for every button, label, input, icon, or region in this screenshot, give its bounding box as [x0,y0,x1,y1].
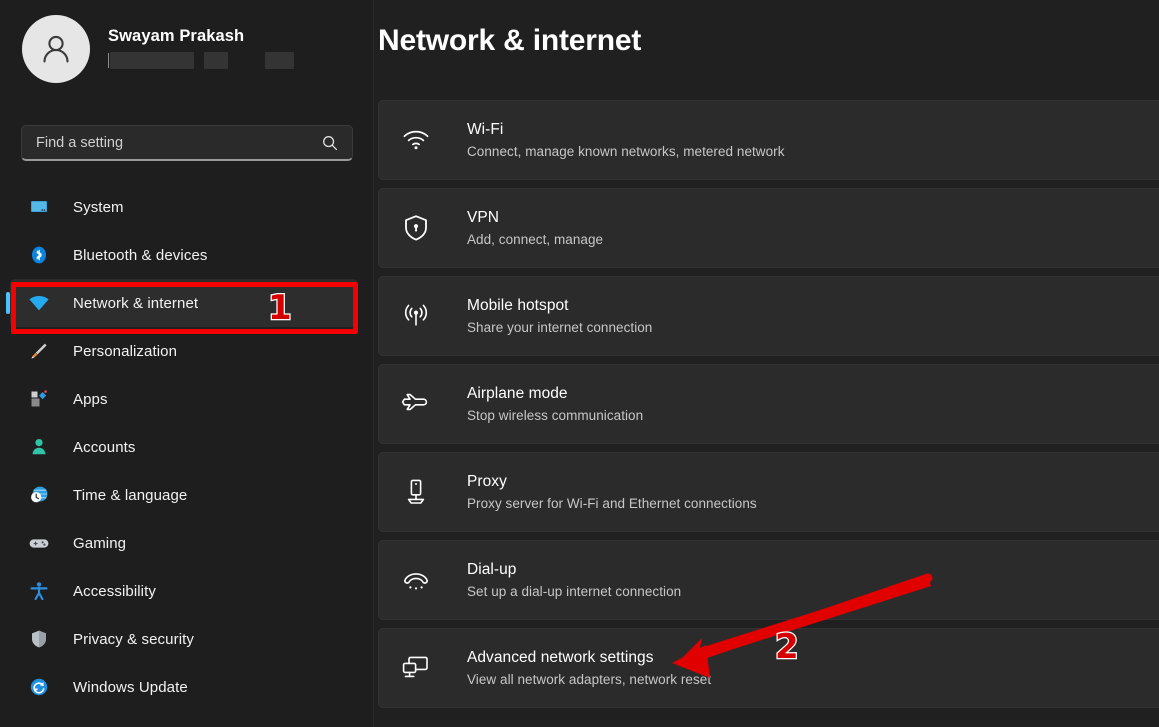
card-subtitle: Proxy server for Wi-Fi and Ethernet conn… [467,495,757,511]
account-email-redacted [108,51,294,69]
card-subtitle: Connect, manage known networks, metered … [467,143,785,159]
settings-card-list: Wi-Fi Connect, manage known networks, me… [378,100,1159,716]
sidebar-item-accessibility[interactable]: Accessibility [10,567,358,615]
card-subtitle: Set up a dial-up internet connection [467,583,682,599]
wifi-icon [28,292,50,314]
card-vpn[interactable]: VPN Add, connect, manage [378,188,1159,268]
sidebar-item-label: Accessibility [73,582,156,600]
card-subtitle: Share your internet connection [467,319,653,335]
card-title: Airplane mode [467,384,568,402]
sidebar-item-apps[interactable]: Apps [10,375,358,423]
account-header[interactable]: Swayam Prakash [0,0,373,83]
card-title: Proxy [467,472,507,490]
sidebar-item-label: Privacy & security [73,630,194,648]
monitor-icon [28,196,50,218]
card-airplane-mode[interactable]: Airplane mode Stop wireless communicatio… [378,364,1159,444]
shield-icon [28,628,50,650]
sidebar-item-label: Apps [73,390,108,408]
person-icon [28,436,50,458]
card-subtitle: Add, connect, manage [467,231,604,247]
paintbrush-icon [28,340,50,362]
sidebar-item-privacy-security[interactable]: Privacy & security [10,615,358,663]
sidebar-item-time-language[interactable]: Time & language [10,471,358,519]
sidebar-item-label: Accounts [73,438,136,456]
sidebar-item-personalization[interactable]: Personalization [10,327,358,375]
update-refresh-icon [28,676,50,698]
accessibility-icon [28,580,50,602]
card-advanced-network-settings[interactable]: Advanced network settings View all netwo… [378,628,1159,708]
account-name: Swayam Prakash [108,26,245,45]
shield-lock-icon [399,211,433,245]
card-title: Advanced network settings [467,648,654,666]
settings-sidebar: Swayam Prakash Find a setting System Blu… [0,0,374,727]
sidebar-item-label: Personalization [73,342,178,360]
search-input[interactable] [22,134,316,151]
redaction-block [110,51,194,69]
card-title: Wi-Fi [467,120,504,138]
redaction-block [265,51,294,69]
sidebar-item-label: Windows Update [73,678,188,696]
apps-icon [28,388,50,410]
dialup-phone-icon [399,563,433,597]
server-icon [399,475,433,509]
sidebar-item-label: Time & language [73,486,188,504]
hotspot-broadcast-icon [399,299,433,333]
card-title: Mobile hotspot [467,296,569,314]
search-icon[interactable] [316,135,352,151]
sidebar-item-label: Gaming [73,534,127,552]
page-title: Network & internet [378,24,642,57]
clock-globe-icon [28,484,50,506]
card-subtitle: Stop wireless communication [467,407,644,423]
avatar[interactable] [22,15,90,83]
bluetooth-icon [28,244,50,266]
selection-indicator [6,292,10,314]
card-subtitle: View all network adapters, network reset [467,671,712,687]
card-mobile-hotspot[interactable]: Mobile hotspot Share your internet conne… [378,276,1159,356]
card-title: VPN [467,208,500,226]
card-wi-fi[interactable]: Wi-Fi Connect, manage known networks, me… [378,100,1159,180]
airplane-icon [399,387,433,421]
person-avatar-icon [43,35,69,63]
card-proxy[interactable]: Proxy Proxy server for Wi-Fi and Etherne… [378,452,1159,532]
redaction-block [204,51,228,69]
sidebar-item-label: Bluetooth & devices [73,246,208,264]
sidebar-item-gaming[interactable]: Gaming [10,519,358,567]
main-content: Network & internet Wi-Fi Connect, manage… [374,0,1159,727]
sidebar-item-accounts[interactable]: Accounts [10,423,358,471]
gamepad-icon [28,532,50,554]
card-dial-up[interactable]: Dial-up Set up a dial-up internet connec… [378,540,1159,620]
network-adapter-icon [399,651,433,685]
sidebar-nav-list: System Bluetooth & devices Network & int… [0,183,374,711]
sidebar-item-network-internet[interactable]: Network & internet [6,279,358,327]
text-caret [108,52,109,68]
sidebar-item-label: Network & internet [73,294,199,312]
sidebar-item-windows-update[interactable]: Windows Update [10,663,358,711]
search-box[interactable] [21,125,353,161]
sidebar-item-label: System [73,198,124,216]
sidebar-item-system[interactable]: System [10,183,358,231]
wifi-icon [399,123,433,157]
card-title: Dial-up [467,560,517,578]
sidebar-item-bluetooth-devices[interactable]: Bluetooth & devices [10,231,358,279]
